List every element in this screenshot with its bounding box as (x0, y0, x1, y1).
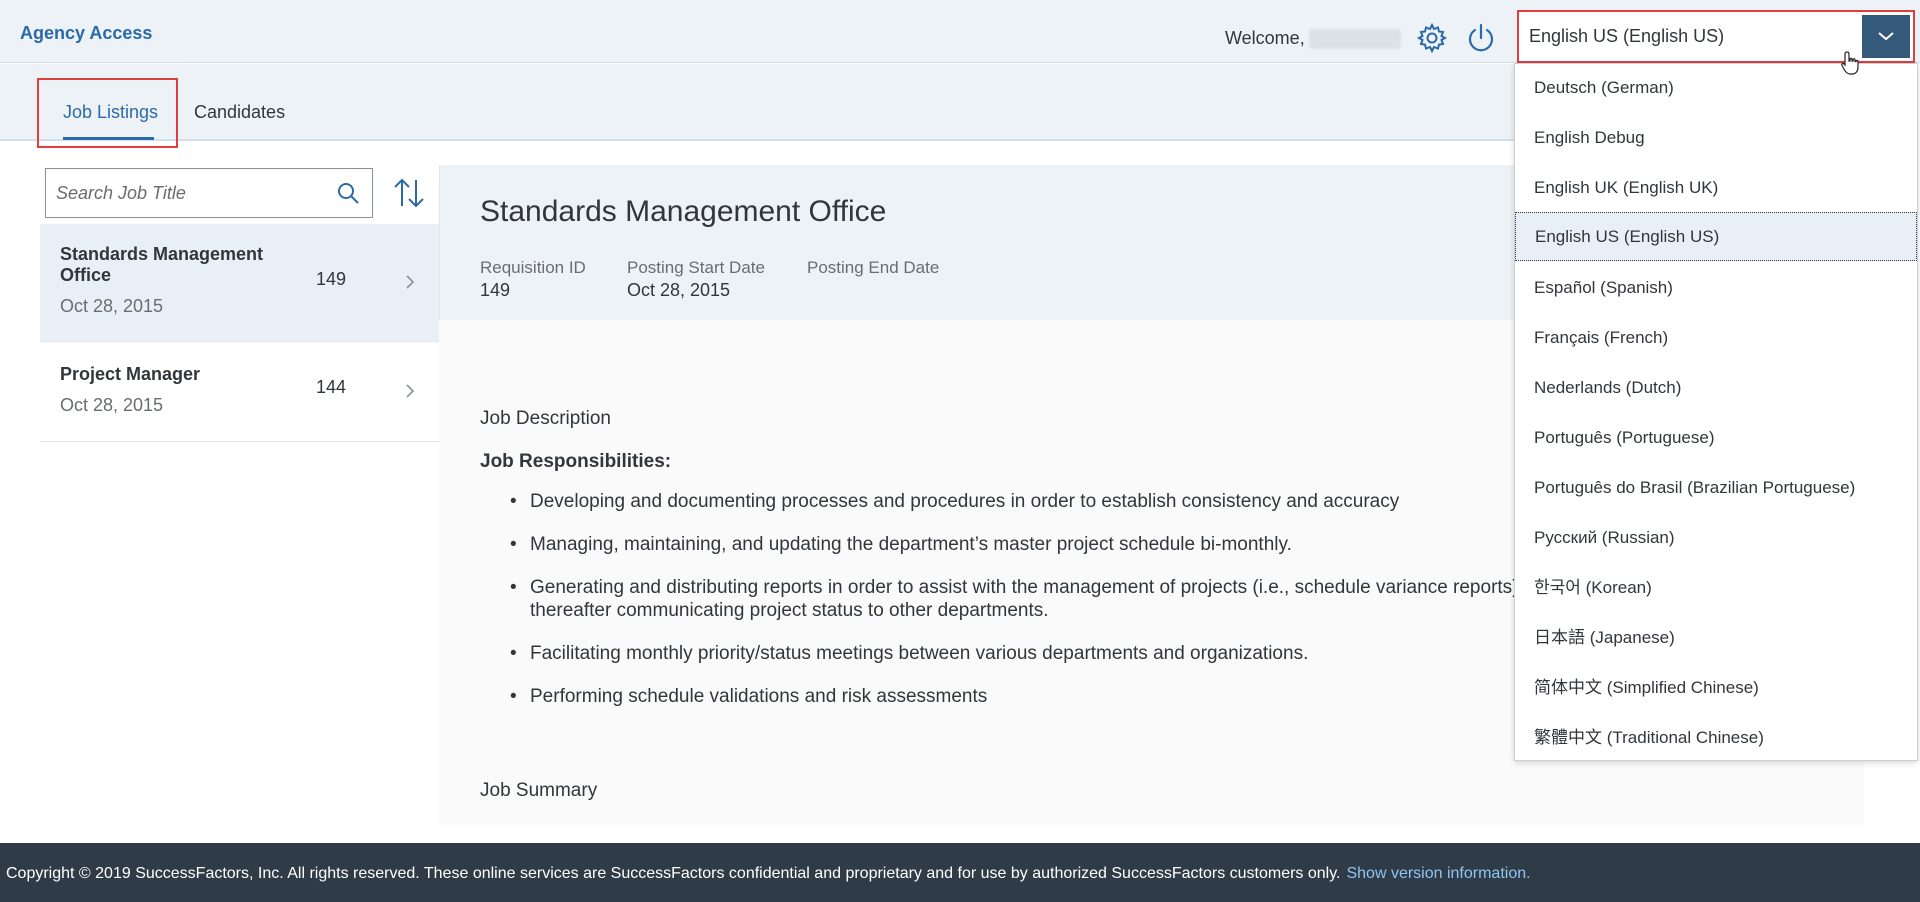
posting-start-value: Oct 28, 2015 (627, 280, 731, 300)
language-option[interactable]: Español (Spanish) (1515, 264, 1917, 313)
language-dropdown-list: Deutsch (German) English Debug English U… (1514, 63, 1918, 761)
list-item: Generating and distributing reports in o… (480, 576, 1580, 622)
job-detail-header: Standards Management Office Requisition … (439, 165, 1514, 320)
job-date: Oct 28, 2015 (60, 296, 164, 316)
language-option[interactable]: 한국어 (Korean) (1515, 564, 1917, 613)
list-item: Facilitating monthly priority/status mee… (480, 642, 1580, 665)
welcome-label: Welcome, (1225, 28, 1305, 48)
logout-power-icon[interactable] (1465, 22, 1497, 54)
responsibilities-list: Developing and documenting processes and… (480, 490, 1580, 728)
language-option[interactable]: English UK (English UK) (1515, 164, 1917, 213)
language-option[interactable]: Nederlands (Dutch) (1515, 364, 1917, 413)
welcome-text: Welcome, (1225, 28, 1401, 50)
job-list-item[interactable]: Project Manager Oct 28, 2015 144 (40, 342, 439, 442)
language-select-value: English US (English US) (1529, 26, 1725, 46)
job-count: 144 (316, 377, 347, 397)
search-icon[interactable] (336, 181, 360, 210)
language-option[interactable]: Português (Portuguese) (1515, 414, 1917, 463)
chevron-right-icon (406, 275, 415, 289)
search-input[interactable] (56, 177, 326, 209)
job-description-heading: Job Description (480, 408, 611, 429)
search-box (45, 168, 373, 218)
list-item: Developing and documenting processes and… (480, 490, 1580, 513)
show-version-link[interactable]: Show version information. (1346, 865, 1530, 882)
list-item: Performing schedule validations and risk… (480, 685, 1580, 708)
sort-icon[interactable] (392, 176, 426, 215)
job-detail-title: Standards Management Office (480, 195, 887, 228)
tab-candidates[interactable]: Candidates (194, 102, 285, 123)
language-option[interactable]: Русский (Russian) (1515, 514, 1917, 563)
requisition-id-label: Requisition ID (480, 258, 586, 277)
job-count: 149 (316, 269, 347, 289)
language-option[interactable]: English Debug (1515, 114, 1917, 163)
job-list-item[interactable]: Standards Management Office Oct 28, 2015… (40, 224, 439, 342)
language-option[interactable]: Français (French) (1515, 314, 1917, 363)
job-date: Oct 28, 2015 (60, 395, 164, 415)
footer: Copyright © 2019 SuccessFactors, Inc. Al… (0, 843, 1920, 902)
job-summary-heading: Job Summary (480, 780, 598, 801)
footer-text: Copyright © 2019 SuccessFactors, Inc. Al… (6, 865, 1531, 883)
language-dropdown-button[interactable] (1862, 15, 1910, 58)
user-name-redacted (1308, 29, 1401, 50)
job-title: Standards Management Office (60, 244, 264, 285)
chevron-down-icon (1878, 32, 1894, 41)
language-option[interactable]: 繁體中文 (Traditional Chinese) (1515, 714, 1917, 763)
posting-start-label: Posting Start Date (627, 258, 765, 277)
language-option-selected[interactable]: English US (English US) (1515, 212, 1917, 261)
posting-end-label: Posting End Date (807, 258, 940, 277)
copyright-text: Copyright © 2019 SuccessFactors, Inc. Al… (6, 865, 1341, 882)
language-option[interactable]: Português do Brasil (Brazilian Portugues… (1515, 464, 1917, 513)
language-option[interactable]: 简体中文 (Simplified Chinese) (1515, 664, 1917, 713)
app-title[interactable]: Agency Access (20, 23, 152, 44)
tab-bar: Job Listings Candidates (0, 64, 1514, 141)
hand-cursor-icon (1841, 51, 1859, 75)
job-responsibilities-heading: Job Responsibilities: (480, 451, 672, 472)
chevron-right-icon (406, 384, 415, 398)
language-option[interactable]: 日本語 (Japanese) (1515, 614, 1917, 663)
settings-gear-icon[interactable] (1416, 22, 1448, 54)
list-item: Managing, maintaining, and updating the … (480, 533, 1580, 556)
tab-highlight-box (37, 78, 178, 148)
requisition-id-value: 149 (480, 280, 511, 300)
job-title: Project Manager (60, 364, 201, 384)
